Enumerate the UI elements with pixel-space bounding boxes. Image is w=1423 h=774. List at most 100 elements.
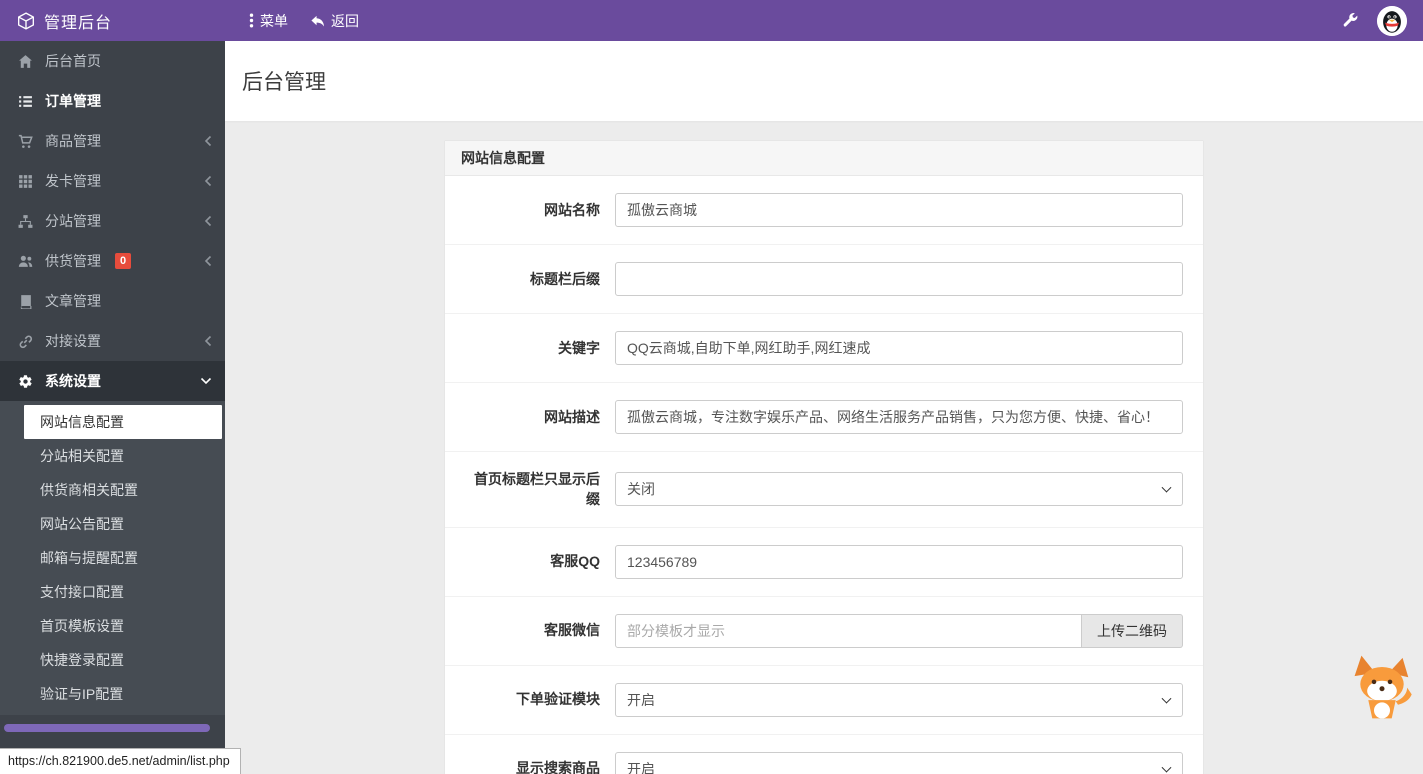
sidebar-item-orders[interactable]: 订单管理	[0, 81, 225, 121]
submenu-label: 分站相关配置	[40, 446, 124, 466]
settings-submenu: 网站信息配置 分站相关配置 供货商相关配置 网站公告配置 邮箱与提醒配置 支付接…	[0, 401, 225, 715]
field-label: 客服QQ	[465, 551, 600, 571]
list-icon	[18, 94, 33, 109]
homepage-title-select[interactable]: 关闭	[615, 472, 1183, 506]
status-url-bar: https://ch.821900.de5.net/admin/list.php	[0, 748, 241, 774]
form-row-site-name: 网站名称	[445, 176, 1203, 245]
page-title: 后台管理	[242, 66, 326, 96]
back-arrow-icon	[310, 14, 325, 28]
menu-label: 菜单	[260, 11, 288, 31]
sidebar-item-label: 商品管理	[45, 131, 101, 151]
field-label: 客服微信	[465, 620, 600, 640]
sidebar-item-substations[interactable]: 分站管理	[0, 201, 225, 241]
chevron-left-icon	[204, 255, 212, 267]
submenu-label: 首页模板设置	[40, 616, 124, 636]
field-label: 显示搜索商品	[465, 758, 600, 774]
keywords-input[interactable]	[615, 331, 1183, 365]
main-area: 后台管理 网站信息配置 网站名称 标题栏后缀 关键字	[225, 41, 1423, 774]
home-icon	[18, 54, 33, 69]
book-icon	[18, 294, 33, 309]
service-wechat-input[interactable]	[615, 614, 1082, 648]
sidebar-item-articles[interactable]: 文章管理	[0, 281, 225, 321]
back-label: 返回	[331, 11, 359, 31]
field-label: 下单验证模块	[465, 689, 600, 709]
sidebar-item-dashboard[interactable]: 后台首页	[0, 41, 225, 81]
chevron-left-icon	[204, 215, 212, 227]
brand-title: 管理后台	[44, 9, 112, 33]
field-label: 关键字	[465, 338, 600, 358]
qq-avatar[interactable]	[1377, 6, 1407, 36]
gear-icon	[18, 374, 33, 389]
page-header: 后台管理	[225, 41, 1423, 121]
chevron-left-icon	[204, 175, 212, 187]
field-label: 标题栏后缀	[465, 269, 600, 289]
sidebar-item-label: 发卡管理	[45, 171, 101, 191]
submenu-label: 网站公告配置	[40, 514, 124, 534]
submenu-label: 邮箱与提醒配置	[40, 548, 138, 568]
submenu-item-substation-config[interactable]: 分站相关配置	[0, 439, 225, 473]
site-name-input[interactable]	[615, 193, 1183, 227]
brand[interactable]: 管理后台	[0, 9, 225, 33]
fox-mascot[interactable]	[1345, 651, 1419, 736]
submenu-item-payment-config[interactable]: 支付接口配置	[0, 575, 225, 609]
submenu-item-verify-ip-config[interactable]: 验证与IP配置	[0, 677, 225, 711]
service-qq-input[interactable]	[615, 545, 1183, 579]
grid-icon	[18, 174, 33, 189]
field-label: 网站描述	[465, 407, 600, 427]
site-description-input[interactable]	[615, 400, 1183, 434]
menu-button[interactable]: 菜单	[249, 11, 288, 31]
order-verify-select[interactable]: 开启	[615, 683, 1183, 717]
form-row-title-suffix: 标题栏后缀	[445, 245, 1203, 314]
submenu-label: 验证与IP配置	[40, 684, 123, 704]
sidebar-item-label: 对接设置	[45, 331, 101, 351]
form-row-homepage-title: 首页标题栏只显示后缀 关闭	[445, 452, 1203, 528]
sidebar-item-suppliers[interactable]: 供货管理 0	[0, 241, 225, 281]
sidebar-item-label: 系统设置	[45, 371, 101, 391]
title-suffix-input[interactable]	[615, 262, 1183, 296]
field-label: 网站名称	[465, 200, 600, 220]
show-search-select[interactable]: 开启	[615, 752, 1183, 774]
form-row-site-description: 网站描述	[445, 383, 1203, 452]
submenu-item-site-info[interactable]: 网站信息配置	[24, 405, 222, 439]
form-row-show-search: 显示搜索商品 开启	[445, 735, 1203, 774]
sidebar-item-api[interactable]: 对接设置	[0, 321, 225, 361]
form-row-keywords: 关键字	[445, 314, 1203, 383]
upload-qrcode-button[interactable]: 上传二维码	[1082, 614, 1183, 648]
site-info-card: 网站信息配置 网站名称 标题栏后缀 关键字	[444, 140, 1204, 774]
sidebar: 后台首页 订单管理 商品管理 发卡管理	[0, 41, 225, 774]
form-row-service-wechat: 客服微信 上传二维码	[445, 597, 1203, 666]
submenu-item-supplier-config[interactable]: 供货商相关配置	[0, 473, 225, 507]
wrench-icon[interactable]	[1342, 12, 1359, 29]
chevron-down-icon	[200, 377, 212, 385]
submenu-item-template-config[interactable]: 首页模板设置	[0, 609, 225, 643]
menu-dots-icon	[249, 13, 254, 28]
sidebar-item-settings[interactable]: 系统设置	[0, 361, 225, 401]
topbar: 管理后台 菜单 返回	[0, 0, 1423, 41]
form-row-order-verify: 下单验证模块 开启	[445, 666, 1203, 735]
sidebar-item-products[interactable]: 商品管理	[0, 121, 225, 161]
sidebar-item-label: 供货管理	[45, 251, 101, 271]
form-row-service-qq: 客服QQ	[445, 528, 1203, 597]
field-label: 首页标题栏只显示后缀	[465, 469, 600, 510]
sitemap-icon	[18, 214, 33, 229]
card-header: 网站信息配置	[445, 141, 1203, 176]
users-icon	[18, 254, 33, 269]
supplier-count-badge: 0	[115, 253, 131, 269]
sidebar-item-label: 后台首页	[45, 51, 101, 71]
chevron-left-icon	[204, 335, 212, 347]
submenu-item-quicklogin-config[interactable]: 快捷登录配置	[0, 643, 225, 677]
cube-icon	[17, 12, 35, 30]
cart-icon	[18, 134, 33, 149]
sidebar-item-cards[interactable]: 发卡管理	[0, 161, 225, 201]
content-area: 网站信息配置 网站名称 标题栏后缀 关键字	[225, 121, 1423, 774]
chevron-left-icon	[204, 135, 212, 147]
submenu-item-announcement-config[interactable]: 网站公告配置	[0, 507, 225, 541]
submenu-label: 支付接口配置	[40, 582, 124, 602]
link-icon	[18, 334, 33, 349]
submenu-label: 供货商相关配置	[40, 480, 138, 500]
submenu-item-email-config[interactable]: 邮箱与提醒配置	[0, 541, 225, 575]
sidebar-scrollbar[interactable]	[4, 724, 210, 732]
submenu-label: 快捷登录配置	[40, 650, 124, 670]
sidebar-item-label: 分站管理	[45, 211, 101, 231]
back-button[interactable]: 返回	[310, 11, 359, 31]
